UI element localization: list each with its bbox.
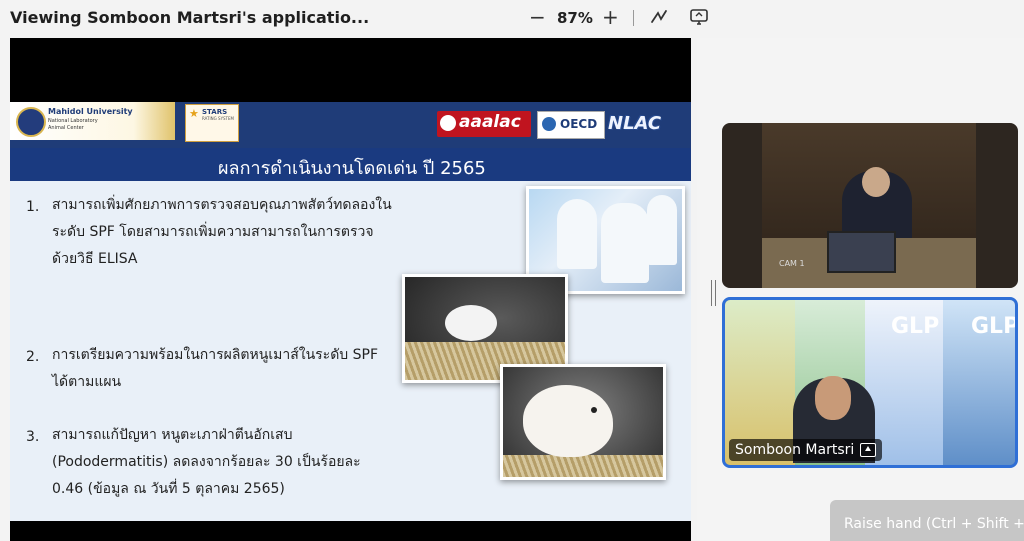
list-item: สามารถเพิ่มศักยภาพการตรวจสอบคุณภาพสัตว์ท… [52, 192, 392, 273]
lab-worker-figure [557, 199, 597, 269]
slide-heading-bar: ผลการดำเนินงานโดดเด่น ปี 2565 [10, 148, 691, 181]
list-item: การเตรียมความพร้อมในการผลิตหนูเมาส์ในระด… [52, 342, 378, 396]
annotate-pen-icon[interactable] [649, 7, 669, 27]
list-item-line: การเตรียมความพร้อมในการผลิตหนูเมาส์ในระด… [52, 347, 378, 363]
slide-heading: ผลการดำเนินงานโดดเด่น ปี 2565 [218, 158, 486, 179]
guinea-pig-photo [500, 364, 666, 480]
resize-handle[interactable] [711, 280, 716, 306]
popout-screen-icon[interactable] [689, 7, 709, 27]
guinea-pig-eye [591, 407, 597, 413]
lab-worker-figure [601, 203, 649, 283]
globe-icon [542, 117, 556, 131]
zoom-in-button[interactable]: + [602, 5, 619, 29]
bedding [503, 455, 663, 477]
stars-subtitle: RATING SYSTEM [202, 116, 234, 121]
mahidol-subtitle: Animal Center [48, 125, 84, 131]
list-number: 2. [26, 349, 40, 365]
mahidol-logo: Mahidol University National Laboratory A… [10, 102, 175, 140]
lab-worker-figure [647, 195, 677, 265]
aaalac-logo: aaalac [437, 111, 531, 137]
guinea-pig [523, 385, 613, 457]
presenter-head [815, 376, 851, 420]
toolbar-divider [633, 10, 634, 26]
stars-logo: ★ STARS RATING SYSTEM [185, 104, 239, 142]
oecd-logo: OECD [537, 111, 605, 139]
poster: GLP [943, 300, 1015, 465]
list-number: 1. [26, 199, 40, 215]
list-item-line: 0.46 (ข้อมูล ณ วันที่ 5 ตุลาคม 2565) [52, 481, 285, 497]
mahidol-seal-icon [16, 107, 46, 137]
list-number: 3. [26, 429, 40, 445]
poster-glp-text: GLP [971, 314, 1018, 339]
list-item-line: สามารถแก้ปัญหา หนูตะเภาฝ่าตีนอักเสบ [52, 427, 293, 443]
poster-glp-text: GLP [891, 314, 940, 339]
stars-title: STARS [202, 108, 228, 116]
mahidol-subtitle: National Laboratory [48, 118, 98, 124]
presenter-name-tag: Somboon Martsri [729, 439, 883, 461]
zoom-level: 87% [557, 9, 593, 27]
list-item-line: ได้ตามแผน [52, 374, 122, 390]
aaalac-text: aaalac [459, 112, 521, 132]
list-item-line: ด้วยวิธี ELISA [52, 251, 138, 267]
participant-tile-presenter[interactable]: GLP GLP Somboon Martsri [722, 297, 1018, 468]
oecd-text: OECD [560, 117, 598, 131]
window-title: Viewing Somboon Martsri's applicatio... [10, 8, 370, 27]
camera-label: CAM 1 [779, 259, 805, 268]
title-bar: Viewing Somboon Martsri's applicatio... … [0, 0, 1024, 36]
white-mouse [445, 305, 497, 341]
raise-hand-tooltip: Raise hand (Ctrl + Shift + [830, 500, 1024, 541]
nlac-logo: NLAC [608, 113, 662, 134]
list-item-line: ระดับ SPF โดยสามารถเพิ่มความสามารถในการต… [52, 224, 374, 240]
participant-head [862, 167, 890, 197]
list-item-line: (Pododermatitis) ลดลงจากร้อยละ 30 เป็นร้… [52, 454, 361, 470]
zoom-out-button[interactable]: − [529, 5, 546, 29]
shared-screen[interactable]: Mahidol University National Laboratory A… [10, 38, 691, 541]
raise-hand-text: Raise hand (Ctrl + Shift + [844, 516, 1024, 532]
slide-header: Mahidol University National Laboratory A… [10, 102, 691, 148]
star-icon: ★ [189, 107, 199, 120]
list-item: สามารถแก้ปัญหา หนูตะเภาฝ่าตีนอักเสบ (Pod… [52, 422, 361, 503]
presentation-slide: Mahidol University National Laboratory A… [10, 102, 691, 521]
participant-tile-cam[interactable]: CAM 1 [722, 123, 1018, 288]
screen-share-icon [860, 443, 877, 457]
monitor [827, 231, 896, 273]
globe-icon [440, 115, 456, 131]
presenter-name: Somboon Martsri [735, 442, 855, 458]
mahidol-name: Mahidol University [48, 107, 133, 116]
list-item-line: สามารถเพิ่มศักยภาพการตรวจสอบคุณภาพสัตว์ท… [52, 197, 392, 213]
